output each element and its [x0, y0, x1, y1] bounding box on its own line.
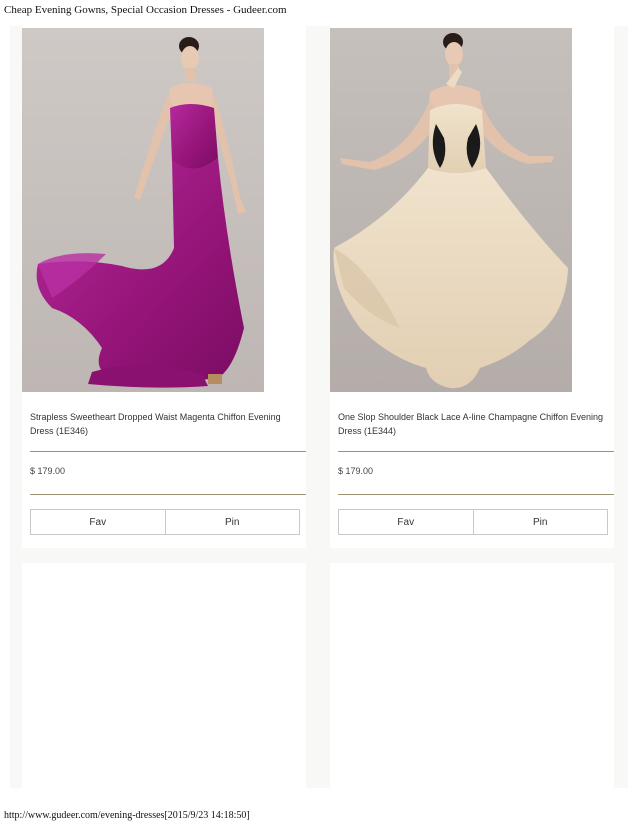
page-header-title: Cheap Evening Gowns, Special Occasion Dr… — [4, 4, 287, 16]
product-price: $ 179.00 — [338, 466, 374, 476]
product-title[interactable]: Strapless Sweetheart Dropped Waist Magen… — [30, 410, 300, 438]
pin-button[interactable]: Pin — [472, 510, 608, 534]
product-image[interactable] — [330, 28, 572, 392]
action-buttons: Fav Pin — [30, 509, 300, 535]
product-title[interactable]: One Slop Shoulder Black Lace A-line Cham… — [338, 410, 608, 438]
product-card: Strapless Sweetheart Dropped Waist Magen… — [22, 26, 306, 548]
fav-button[interactable]: Fav — [31, 510, 165, 534]
action-buttons: Fav Pin — [338, 509, 608, 535]
divider — [30, 494, 306, 495]
product-image[interactable] — [22, 28, 264, 392]
fav-button[interactable]: Fav — [339, 510, 473, 534]
divider — [30, 451, 306, 452]
divider — [338, 494, 614, 495]
product-price: $ 179.00 — [30, 466, 66, 476]
product-card-placeholder — [22, 563, 306, 788]
pin-button[interactable]: Pin — [164, 510, 300, 534]
product-card: One Slop Shoulder Black Lace A-line Cham… — [330, 26, 614, 548]
page-footer-url: http://www.gudeer.com/evening-dresses[20… — [4, 810, 250, 821]
divider — [338, 451, 614, 452]
product-card-placeholder — [330, 563, 614, 788]
